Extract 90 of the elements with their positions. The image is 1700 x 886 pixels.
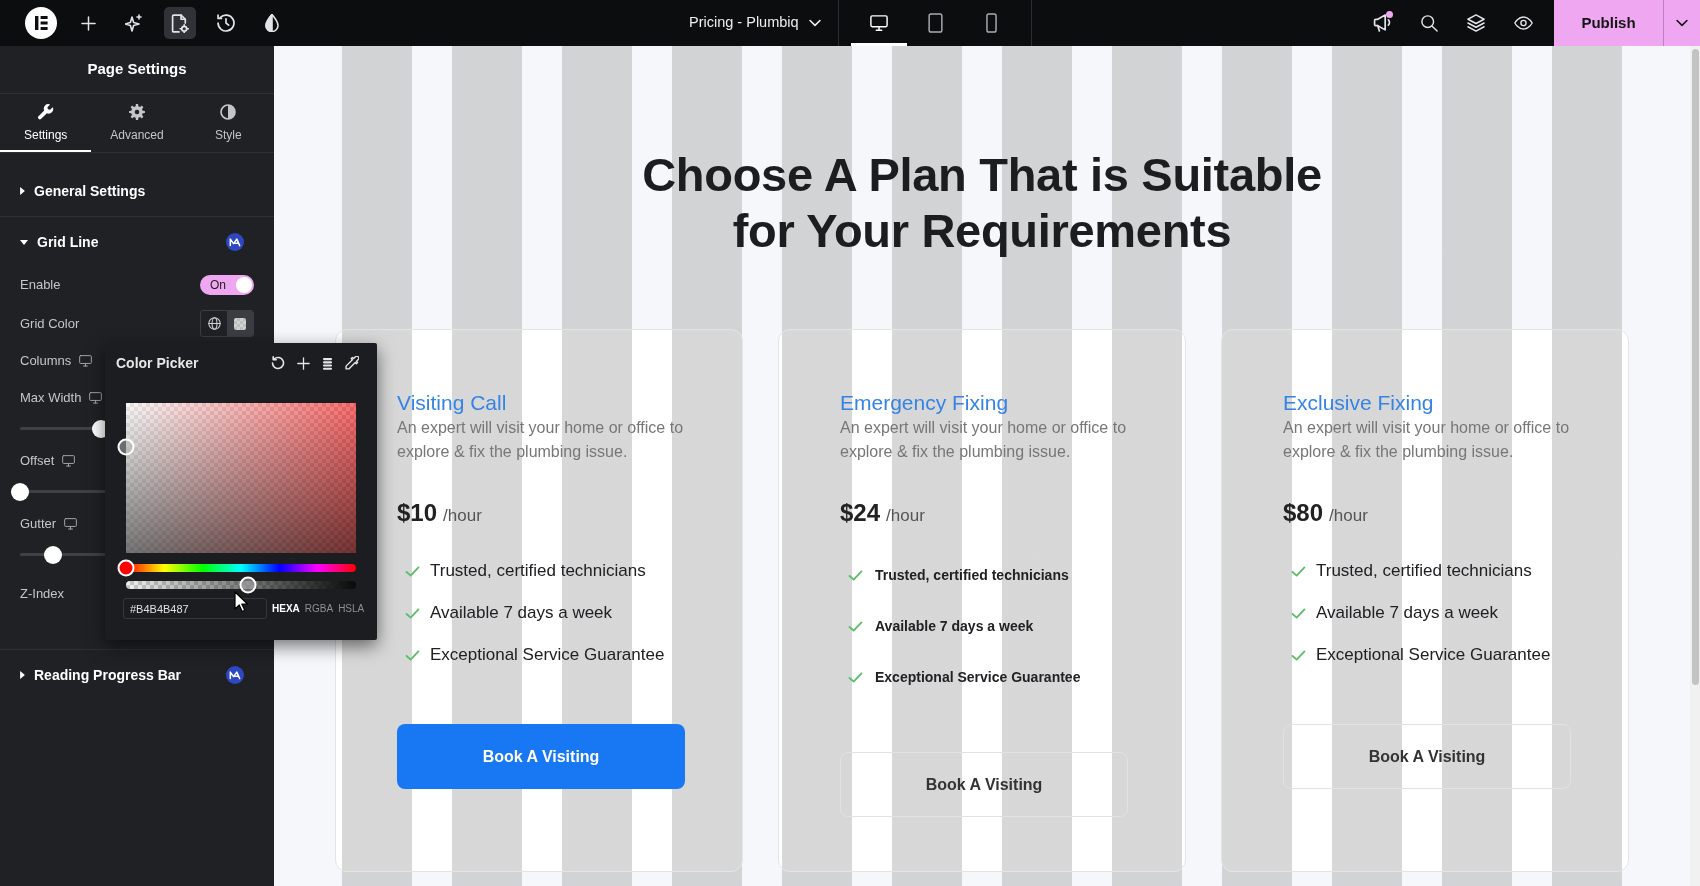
book-button[interactable]: Book A Visiting — [397, 724, 685, 789]
feature-text: Trusted, certified technicians — [1316, 560, 1532, 583]
slider-thumb[interactable] — [44, 545, 62, 564]
check-icon — [848, 620, 863, 632]
check-icon — [1291, 565, 1306, 577]
document-title-button[interactable]: Pricing - Plumbiq — [672, 0, 838, 46]
chevron-down-icon — [1676, 19, 1688, 27]
wrench-icon — [37, 104, 54, 120]
plan-price: $10 — [397, 498, 438, 528]
check-icon — [405, 649, 420, 661]
control-label: Grid Color — [20, 314, 80, 333]
control-label: Z-Index — [20, 585, 65, 604]
plan-title: Emergency Fixing — [840, 390, 1010, 416]
publish-button[interactable]: Publish — [1554, 0, 1663, 46]
control-label: Max Width — [20, 389, 82, 408]
panel-tab[interactable]: Advanced — [91, 94, 183, 152]
scrollbar-thumb[interactable] — [1691, 49, 1699, 685]
book-button[interactable]: Book A Visiting — [840, 752, 1128, 817]
book-button[interactable]: Book A Visiting — [1283, 724, 1571, 789]
price-unit: /hour — [1329, 505, 1368, 527]
control-label: Columns — [20, 352, 72, 371]
feature-text: Available 7 days a week — [430, 602, 613, 625]
sparkle-icon — [125, 14, 143, 32]
desktop-icon — [870, 14, 888, 32]
price-unit: /hour — [886, 505, 925, 527]
plan-title: Exclusive Fixing — [1283, 390, 1435, 416]
check-icon — [1291, 649, 1306, 661]
price-unit: /hour — [443, 505, 482, 527]
megaphone-icon — [1373, 14, 1391, 32]
plan-description: An expert will visit your home or office to explore & fix the plumbing issue. — [397, 418, 685, 462]
format-tab[interactable]: HEXA — [272, 601, 300, 616]
plus-icon[interactable] — [297, 356, 310, 370]
alpha-slider-thumb[interactable] — [239, 576, 257, 594]
panel-tab[interactable]: Settings — [0, 94, 92, 152]
feature-text: Available 7 days a week — [875, 616, 1034, 636]
mobile-icon — [985, 13, 997, 33]
tablet-icon — [927, 13, 943, 33]
plan-description: An expert will visit your home or office to explore & fix the plumbing issue. — [840, 418, 1128, 462]
control-label: Gutter — [20, 515, 57, 534]
check-icon — [405, 565, 420, 577]
check-icon — [848, 569, 863, 581]
document-gear-icon — [171, 13, 189, 33]
slider-thumb[interactable] — [11, 482, 29, 501]
layers-icon — [1467, 14, 1485, 32]
plan-description: An expert will visit your home or office to explore & fix the plumbing issue. — [1283, 418, 1571, 462]
eyedropper-icon[interactable] — [345, 356, 359, 370]
control-label: Offset — [20, 452, 55, 471]
search-icon — [1420, 14, 1438, 32]
history-icon — [217, 14, 235, 32]
plan-title: Visiting Call — [397, 390, 508, 416]
check-icon — [405, 607, 420, 619]
reset-icon[interactable] — [271, 356, 285, 370]
eye-icon — [1513, 16, 1533, 30]
logo-icon — [25, 7, 57, 39]
color-value-input[interactable]: #B4B4B487 — [123, 598, 267, 619]
globe-icon — [207, 317, 221, 330]
contrast-icon — [220, 104, 237, 120]
panel-title: Page Settings — [87, 59, 187, 80]
picker-title: Color Picker — [116, 353, 199, 373]
section-toggle[interactable]: General Settings — [0, 166, 274, 216]
stack-icon[interactable] — [322, 356, 333, 370]
section-toggle[interactable]: Reading Progress Bar — [0, 650, 274, 700]
plan-price: $24 — [840, 498, 881, 528]
feature-text: Available 7 days a week — [1316, 602, 1499, 625]
hue-slider-thumb[interactable] — [117, 559, 135, 577]
toggle-switch[interactable]: On — [200, 275, 254, 295]
feature-text: Exceptional Service Guarantee — [1316, 644, 1551, 667]
feature-text: Trusted, certified technicians — [430, 560, 646, 583]
feature-text: Exceptional Service Guarantee — [430, 644, 665, 667]
color-swatch-button[interactable] — [227, 311, 253, 336]
picker-handle[interactable] — [117, 438, 135, 456]
panel-tab[interactable]: Style — [182, 94, 274, 152]
plan-price: $80 — [1283, 498, 1324, 528]
color-swatch-icon — [234, 317, 246, 330]
pricing-heading: Choose A Plan That is Suitable for Your Requirements — [641, 147, 1323, 259]
gear-icon — [129, 104, 145, 120]
control-label: Enable — [20, 276, 61, 295]
feature-text: Trusted, certified technicians — [875, 565, 1069, 585]
droplet-icon — [265, 14, 279, 32]
check-icon — [848, 671, 863, 683]
toolbar-button[interactable] — [164, 7, 196, 39]
format-tab[interactable]: HSLA — [338, 601, 365, 616]
scrollbar[interactable] — [1690, 46, 1700, 886]
chevron-down-icon — [808, 19, 821, 27]
cursor-icon — [234, 591, 248, 613]
section-toggle[interactable]: Grid Line — [0, 217, 274, 267]
format-tab[interactable]: RGBA — [304, 601, 334, 616]
check-icon — [1291, 607, 1306, 619]
feature-text: Exceptional Service Guarantee — [875, 667, 1081, 687]
plus-icon — [80, 15, 96, 31]
